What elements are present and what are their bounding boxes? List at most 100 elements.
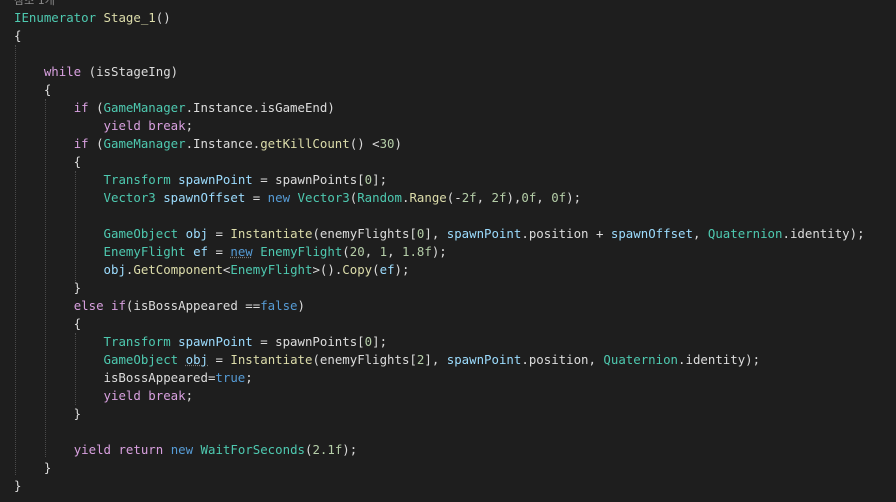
code-token: .position + (521, 226, 611, 241)
code-line[interactable]: isBossAppeared=true; (14, 369, 253, 387)
code-token: = (245, 190, 268, 205)
code-line[interactable]: Transform spawnPoint = spawnPoints[0]; (14, 333, 388, 351)
code-token: = spawnPoints[ (252, 172, 365, 187)
code-token: spawnPoint (446, 226, 522, 241)
code-token: Instantiate (230, 352, 313, 367)
code-token: ( (88, 100, 104, 115)
code-token: = (207, 244, 231, 259)
code-line[interactable]: yield return new WaitForSeconds(2.1f); (14, 441, 358, 459)
code-line[interactable]: IEnumerator Stage_1() (14, 9, 171, 27)
code-token: 0f (551, 190, 567, 205)
code-token: } (14, 478, 22, 493)
code-token: GameObject (103, 226, 179, 241)
code-token: , (364, 244, 380, 259)
code-line[interactable]: Transform spawnPoint = spawnPoints[0]; (14, 171, 388, 189)
code-token: ; (185, 118, 194, 133)
code-line[interactable]: GameObject obj = Instantiate(enemyFlight… (14, 225, 865, 243)
code-line[interactable]: GameObject obj = Instantiate(enemyFlight… (14, 351, 761, 369)
code-token: 0f (521, 190, 537, 205)
code-line[interactable]: if (GameManager.Instance.getKillCount() … (14, 135, 402, 153)
code-line[interactable]: yield break; (14, 117, 194, 135)
code-token: .identity); (782, 226, 865, 241)
code-line[interactable]: } (14, 477, 21, 495)
code-token: { (14, 28, 22, 43)
code-token: ; (245, 370, 253, 385)
code-token: () (155, 10, 171, 25)
code-token: , (476, 190, 492, 205)
code-token: spawnOffset (163, 190, 246, 205)
code-token: , (387, 244, 402, 259)
code-line[interactable]: yield break; (14, 387, 194, 405)
code-line[interactable]: Vector3 spawnOffset = new Vector3(Random… (14, 189, 582, 207)
code-line[interactable]: { (14, 153, 81, 171)
code-token: Instantiate (230, 226, 313, 241)
code-token: { (14, 154, 82, 169)
code-token: obj (185, 226, 208, 241)
code-line[interactable]: { (14, 315, 81, 333)
code-token: if (73, 100, 89, 115)
code-token: ( (88, 136, 104, 151)
code-line[interactable]: } (14, 279, 81, 297)
code-token: ); (431, 244, 447, 259)
code-token: false (260, 298, 298, 313)
code-token: WaitForSeconds (200, 442, 305, 457)
code-token: , (692, 226, 708, 241)
code-token: ]; (372, 334, 388, 349)
code-line[interactable]: while (isStageIng) (14, 63, 178, 81)
code-token: (- (446, 190, 462, 205)
code-token: obj (103, 262, 126, 277)
code-token: 1.8f (402, 244, 432, 259)
code-token: .Instance. (185, 136, 261, 151)
code-line[interactable]: { (14, 81, 51, 99)
code-token: EnemyFlight (230, 262, 313, 277)
code-token: Quaternion (707, 226, 783, 241)
code-token: .Instance.isGameEnd) (185, 100, 335, 115)
code-token: { (14, 82, 52, 97)
code-line[interactable]: EnemyFlight ef = new EnemyFlight(20, 1, … (14, 243, 447, 261)
code-token: ) (394, 136, 402, 151)
code-token: .position, (521, 352, 604, 367)
code-token: ), (506, 190, 522, 205)
code-token: 30 (379, 136, 395, 151)
code-token: Copy (342, 262, 373, 277)
code-token: ], (424, 226, 447, 241)
code-line[interactable]: { (14, 27, 21, 45)
code-token: new (230, 244, 253, 259)
code-line[interactable]: if (GameManager.Instance.isGameEnd) (14, 99, 335, 117)
code-token: spawnPoint (178, 172, 253, 187)
code-token: Vector3 (297, 190, 350, 205)
code-token: while (43, 64, 82, 79)
code-token: getKillCount (260, 136, 350, 151)
code-line[interactable]: } (14, 459, 51, 477)
code-token: } (14, 280, 82, 295)
code-line[interactable]: else if(isBossAppeared ==false) (14, 297, 305, 315)
code-token: ( (372, 262, 380, 277)
code-token: (enemyFlights[ (312, 352, 417, 367)
code-token: Vector3 (103, 190, 156, 205)
code-token: Random (357, 190, 402, 205)
code-token: yield break (103, 118, 186, 133)
code-token: true (215, 370, 246, 385)
code-token: GameObject (103, 352, 179, 367)
code-editor[interactable]: 참조 1개 IEnumerator Stage_1(){ while (isSt… (0, 0, 896, 502)
code-token: Transform (103, 172, 171, 187)
code-token: 2f (461, 190, 477, 205)
code-token: Range (409, 190, 447, 205)
code-token: (isStageIng) (81, 64, 179, 79)
code-token: (enemyFlights[ (312, 226, 417, 241)
code-line[interactable]: } (14, 405, 81, 423)
code-line[interactable]: obj.GetComponent<EnemyFlight>().Copy(ef)… (14, 261, 410, 279)
code-token: spawnPoint (446, 352, 522, 367)
code-token: else if (73, 298, 126, 313)
